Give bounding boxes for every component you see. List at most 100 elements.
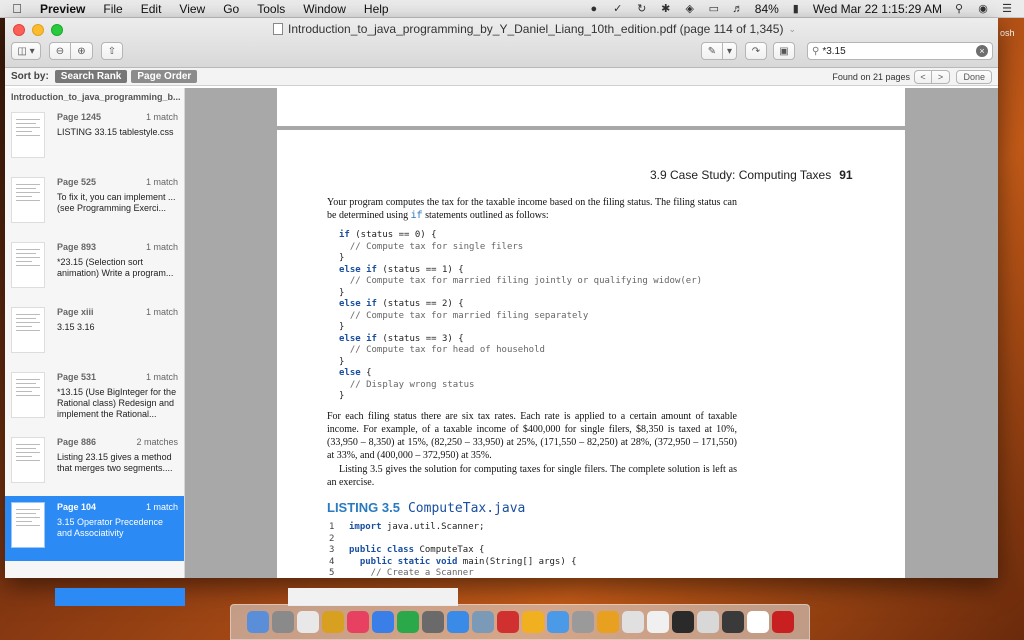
dock-app-icon[interactable] bbox=[246, 611, 269, 633]
search-result[interactable]: Page xiii 1 match 3.15 3.16 bbox=[5, 301, 184, 366]
markup-pen-button[interactable]: ✎ bbox=[701, 42, 723, 60]
code-text: } bbox=[339, 391, 345, 401]
checkmark-icon[interactable]: ✓ bbox=[611, 3, 625, 15]
dock-app-icon[interactable] bbox=[671, 611, 694, 633]
code-comment: // Display wrong status bbox=[339, 379, 475, 390]
result-page: Page 886 bbox=[57, 437, 97, 447]
menu-go[interactable]: Go bbox=[214, 2, 248, 16]
sort-page-order-button[interactable]: Page Order bbox=[131, 70, 198, 83]
search-input-value[interactable]: *3.15 bbox=[822, 46, 845, 57]
dock-window-preview[interactable] bbox=[55, 588, 185, 606]
pdf-page: 3.9 Case Study: Computing Taxes 91 Your p… bbox=[277, 130, 905, 578]
dock-app-icon[interactable] bbox=[271, 611, 294, 633]
notification-center-icon[interactable]: ☰ bbox=[1000, 3, 1014, 15]
dock-app-icon[interactable] bbox=[346, 611, 369, 633]
search-field[interactable]: ⚲ *3.15 × bbox=[807, 42, 993, 60]
listing-label: LISTING 3.5 bbox=[327, 500, 400, 515]
dock-app-icon[interactable] bbox=[371, 611, 394, 633]
zoom-out-button[interactable]: ⊖ bbox=[49, 42, 71, 60]
page-thumbnail bbox=[11, 502, 45, 548]
dock-app-icon[interactable] bbox=[446, 611, 469, 633]
result-page: Page 525 bbox=[57, 177, 97, 187]
wifi-icon[interactable]: ◈ bbox=[683, 3, 697, 15]
code-block: if (status == 0) { // Compute tax for si… bbox=[339, 230, 702, 403]
code-text: (status == 1) { bbox=[376, 264, 464, 275]
dock-app-icon[interactable] bbox=[571, 611, 594, 633]
bluetooth-icon[interactable]: ✱ bbox=[659, 3, 673, 15]
code-keyword: import bbox=[349, 522, 382, 532]
dock-app-icon[interactable] bbox=[296, 611, 319, 633]
code-comment: // Compute tax for single filers bbox=[339, 241, 524, 252]
code-line: // Compute tax for single filers bbox=[339, 242, 702, 254]
volume-icon[interactable]: ♬ bbox=[731, 3, 745, 15]
sort-search-rank-button[interactable]: Search Rank bbox=[54, 70, 128, 83]
dock-app-icon[interactable] bbox=[471, 611, 494, 633]
search-result[interactable]: Page 893 1 match *23.15 (Selection sort an… bbox=[5, 236, 184, 301]
menu-edit[interactable]: Edit bbox=[132, 2, 171, 16]
dock-app-icon[interactable] bbox=[721, 611, 744, 633]
code-line: // Compute tax for married filing separa… bbox=[339, 311, 702, 323]
search-result[interactable]: Page 886 2 matches Listing 23.15 gives a m… bbox=[5, 431, 184, 496]
dock-app-icon[interactable] bbox=[746, 611, 769, 633]
search-result[interactable]: Page 1245 1 match LISTING 33.15 tablestyle… bbox=[5, 106, 184, 171]
rotate-button[interactable]: ↷ bbox=[745, 42, 767, 60]
menu-view[interactable]: View bbox=[170, 2, 214, 16]
result-document-name: Introduction_to_java_programming_b... bbox=[11, 92, 181, 102]
apple-menu-icon[interactable]:  bbox=[0, 1, 34, 16]
dock-app-icon[interactable] bbox=[396, 611, 419, 633]
paragraph-tax-rates: For each filing status there are six tax… bbox=[327, 411, 737, 461]
close-button[interactable] bbox=[13, 24, 25, 36]
menu-window[interactable]: Window bbox=[294, 2, 355, 16]
minimize-button[interactable] bbox=[32, 24, 44, 36]
battery-percent[interactable]: 84% bbox=[755, 2, 779, 16]
share-button[interactable]: ⇧ bbox=[101, 42, 123, 60]
result-snippet: 3.15 3.16 bbox=[57, 322, 95, 332]
time-machine-icon[interactable]: ↻ bbox=[635, 3, 649, 15]
result-matches: 1 match bbox=[145, 242, 178, 252]
dock-app-icon[interactable] bbox=[421, 611, 444, 633]
previous-result-button[interactable]: < bbox=[914, 69, 932, 84]
dock-app-icon[interactable] bbox=[321, 611, 344, 633]
page-thumbnail bbox=[11, 112, 45, 158]
menu-tools[interactable]: Tools bbox=[248, 2, 294, 16]
toolbox-button[interactable]: ▣ bbox=[773, 42, 795, 60]
dock-app-icon[interactable] bbox=[646, 611, 669, 633]
battery-icon[interactable]: ▮ bbox=[789, 3, 803, 15]
siri-icon[interactable]: ◉ bbox=[976, 3, 990, 15]
dock-app-icon[interactable] bbox=[596, 611, 619, 633]
search-result[interactable]: Page 531 1 match *13.15 (Use BigInteger fo… bbox=[5, 366, 184, 431]
document-title[interactable]: Introduction_to_java_programming_by_Y_Da… bbox=[273, 22, 796, 36]
clear-search-icon[interactable]: × bbox=[976, 45, 988, 57]
search-result-selected[interactable]: Page 104 1 match 3.15 Operator Precedence … bbox=[5, 496, 184, 561]
dock-app-icon[interactable] bbox=[696, 611, 719, 633]
next-result-button[interactable]: > bbox=[932, 69, 950, 84]
markup-dropdown-button[interactable]: ▾ bbox=[723, 42, 737, 60]
code-line: else if (status == 1) { bbox=[339, 265, 702, 277]
code-comment: // Create a Scanner bbox=[349, 568, 474, 578]
code-text: ComputeTax { bbox=[414, 545, 485, 555]
menu-app[interactable]: Preview bbox=[34, 2, 94, 16]
result-matches: 2 matches bbox=[136, 437, 178, 447]
clock[interactable]: Wed Mar 22 1:15:29 AM bbox=[813, 2, 942, 16]
airplay-icon[interactable]: ▭ bbox=[707, 3, 721, 15]
zoom-button[interactable] bbox=[51, 24, 63, 36]
code-text: (status == 0) { bbox=[349, 230, 437, 240]
sidebar-toggle-button[interactable]: ◫ ▾ bbox=[11, 42, 41, 60]
menu-file[interactable]: File bbox=[94, 2, 131, 16]
dock-app-icon[interactable] bbox=[771, 611, 794, 633]
found-count: Found on 21 pages bbox=[832, 71, 910, 82]
spotlight-icon[interactable]: ⚲ bbox=[952, 3, 966, 15]
dock-app-icon[interactable] bbox=[621, 611, 644, 633]
code-comment: // Compute tax for head of household bbox=[339, 345, 545, 355]
document-viewer[interactable]: 3.9 Case Study: Computing Taxes 91 Your p… bbox=[185, 88, 998, 578]
dock-app-icon[interactable] bbox=[496, 611, 519, 633]
status-app-icon[interactable]: ● bbox=[587, 3, 601, 15]
dock-app-icon[interactable] bbox=[521, 611, 544, 633]
menu-help[interactable]: Help bbox=[355, 2, 398, 16]
listing-line: 3 public class ComputeTax { bbox=[329, 545, 577, 557]
done-button[interactable]: Done bbox=[956, 69, 992, 84]
dock-app-icon[interactable] bbox=[546, 611, 569, 633]
search-result[interactable]: Page 525 1 match To fix it, you can implem… bbox=[5, 171, 184, 236]
chevron-down-icon[interactable]: ⌄ bbox=[788, 24, 796, 35]
zoom-in-button[interactable]: ⊕ bbox=[71, 42, 93, 60]
